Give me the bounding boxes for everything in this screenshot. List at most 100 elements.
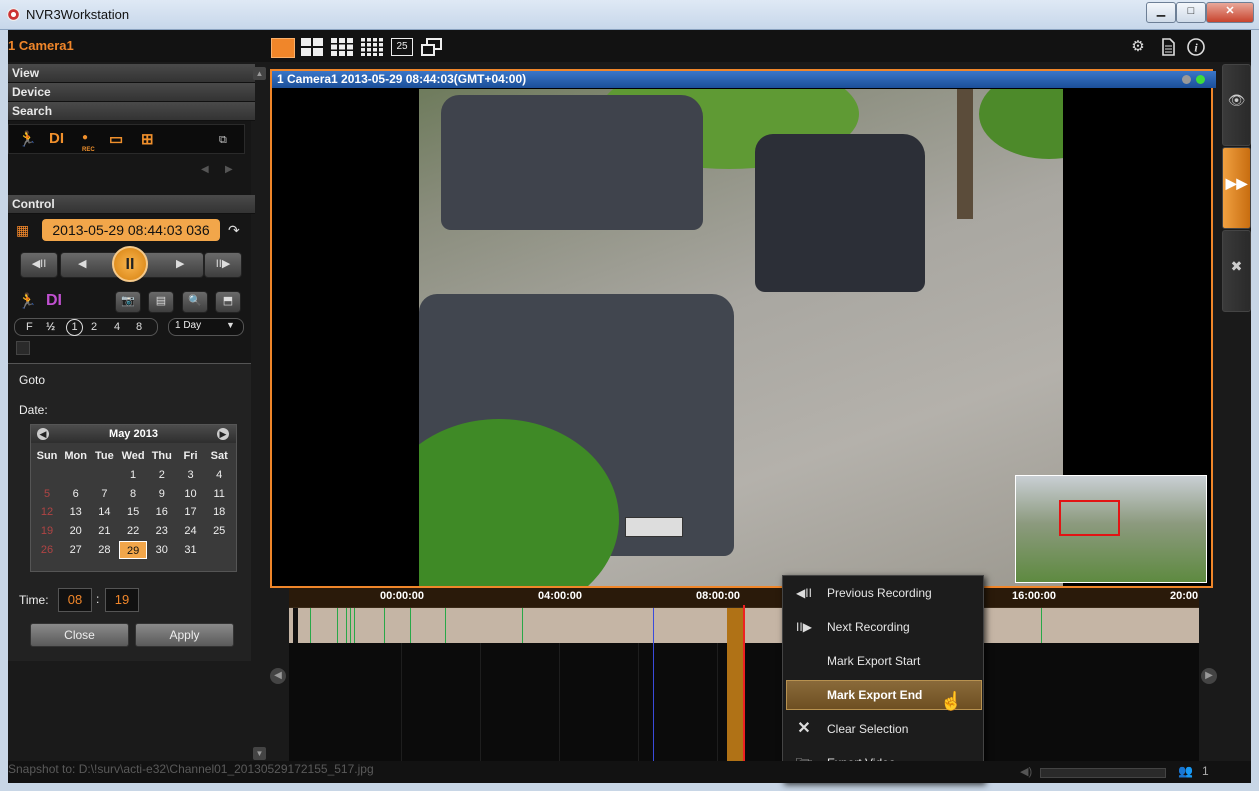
speed-half[interactable]: ½ <box>46 321 55 333</box>
snapshot-camera-icon[interactable]: 📷 <box>115 291 141 313</box>
menu-mark-export-start[interactable]: Mark Export Start <box>786 646 982 676</box>
timeline-right-icon[interactable]: ▶ <box>1201 668 1217 684</box>
info-icon[interactable]: i <box>1186 37 1206 57</box>
document-icon[interactable] <box>1158 37 1178 57</box>
di-event-icon[interactable]: DI <box>46 292 62 310</box>
calendar-day[interactable]: 28 <box>90 541 118 559</box>
maximize-button[interactable]: □ <box>1176 2 1206 23</box>
view-section-header[interactable]: View <box>8 64 255 83</box>
step-back-button[interactable]: ◀II <box>20 252 58 278</box>
range-select[interactable]: 1 Day ▼ <box>168 318 244 336</box>
calendar-day[interactable]: 24 <box>177 522 205 540</box>
calendar-day[interactable]: 31 <box>177 541 205 559</box>
menu-next-recording[interactable]: II▶ Next Recording <box>786 612 982 642</box>
calendar-day[interactable]: 1 <box>119 466 147 484</box>
expand-search-icon[interactable]: ⧉ <box>219 134 227 147</box>
scroll-down-icon[interactable]: ▼ <box>253 747 266 760</box>
scroll-up-icon[interactable]: ▲ <box>253 67 266 80</box>
refresh-icon[interactable]: ↷ <box>228 222 240 239</box>
rewind-icon[interactable]: ◀ <box>78 257 86 270</box>
calendar-day[interactable]: 25 <box>205 522 233 540</box>
calendar-day-selected[interactable]: 29 <box>119 541 148 559</box>
volume-slider[interactable] <box>1040 768 1166 778</box>
record-search-icon[interactable]: ● REC <box>82 132 95 154</box>
layout-2x2-button[interactable] <box>301 38 323 56</box>
export-selection[interactable] <box>727 608 743 761</box>
close-button[interactable]: Close <box>30 623 129 647</box>
video-view[interactable]: 1 Camera1 2013-05-29 08:44:03(GMT+04:00) <box>270 69 1216 588</box>
video-loss-icon[interactable]: ▭ <box>109 130 123 148</box>
menu-previous-recording[interactable]: ◀II Previous Recording <box>786 578 982 608</box>
motion-search-icon[interactable]: 🏃 <box>18 130 37 148</box>
speed-2[interactable]: 2 <box>91 321 97 333</box>
prev-page-icon[interactable]: ◀ <box>201 164 209 175</box>
calendar-day[interactable]: 12 <box>33 503 61 521</box>
calendar-day[interactable]: 2 <box>148 466 176 484</box>
calendar-prev-icon[interactable]: ◀ <box>37 428 49 440</box>
device-section-header[interactable]: Device <box>8 83 255 102</box>
calendar-day[interactable]: 20 <box>62 522 90 540</box>
calendar-day[interactable]: 6 <box>62 485 90 503</box>
calendar-day[interactable]: 21 <box>90 522 118 540</box>
calendar-day[interactable]: 18 <box>205 503 233 521</box>
calendar-day[interactable]: 8 <box>119 485 147 503</box>
menu-clear-selection[interactable]: ✕ Clear Selection <box>786 714 982 744</box>
calendar-day[interactable]: 26 <box>33 541 61 559</box>
timeline[interactable]: 00:00:00 04:00:00 08:00:00 16:00:00 20:0… <box>289 588 1199 761</box>
playback-fast-forward-icon[interactable]: ▶▶ <box>1222 147 1251 229</box>
calendar-icon[interactable]: ▦ <box>16 222 29 239</box>
calendar-day[interactable]: 5 <box>33 485 61 503</box>
calendar-day[interactable]: 7 <box>90 485 118 503</box>
forward-icon[interactable]: ▶ <box>176 257 184 270</box>
network-icon[interactable]: ⊞ <box>141 130 154 148</box>
minimap-viewport[interactable] <box>1059 500 1120 536</box>
calendar-next-icon[interactable]: ▶ <box>217 428 229 440</box>
filmstrip-icon[interactable]: ▤ <box>148 291 174 313</box>
minimap[interactable] <box>1015 475 1207 583</box>
calendar-day[interactable]: 4 <box>205 466 233 484</box>
speed-8[interactable]: 8 <box>136 321 142 333</box>
calendar-day[interactable]: 30 <box>148 541 176 559</box>
sync-checkbox[interactable] <box>16 341 30 355</box>
popout-window-icon[interactable] <box>421 38 443 56</box>
export-icon[interactable]: ⬒ <box>215 291 241 313</box>
speed-f[interactable]: F <box>26 321 33 333</box>
next-page-icon[interactable]: ▶ <box>225 164 233 175</box>
calendar-day[interactable]: 19 <box>33 522 61 540</box>
calendar-day[interactable]: 22 <box>119 522 147 540</box>
view-eye-icon[interactable]: 👁 <box>1222 64 1251 146</box>
settings-gear-icon[interactable]: ⚙ <box>1128 37 1148 57</box>
motion-event-icon[interactable]: 🏃 <box>18 292 37 310</box>
minute-input[interactable]: 19 <box>105 588 139 612</box>
minimize-button[interactable]: ▁ <box>1146 2 1176 23</box>
speed-4[interactable]: 4 <box>114 321 120 333</box>
playhead[interactable] <box>743 605 745 761</box>
calendar-day[interactable]: 14 <box>90 503 118 521</box>
calendar-day[interactable]: 11 <box>205 485 233 503</box>
layout-1x1-button[interactable] <box>271 38 295 58</box>
layout-4x4-button[interactable] <box>361 38 383 56</box>
zoom-search-icon[interactable]: 🔍 <box>182 291 208 313</box>
calendar-day[interactable]: 9 <box>148 485 176 503</box>
calendar-day[interactable]: 16 <box>148 503 176 521</box>
close-window-button[interactable]: ✕ <box>1206 2 1254 23</box>
calendar-day[interactable]: 27 <box>62 541 90 559</box>
calendar-day[interactable]: 10 <box>177 485 205 503</box>
speed-1-selected[interactable]: 1 <box>66 319 83 336</box>
di-search-icon[interactable]: DI <box>49 130 64 147</box>
volume-icon[interactable]: ◀) <box>1020 765 1032 778</box>
tools-icon[interactable]: ✖ <box>1222 230 1251 312</box>
calendar-day[interactable]: 13 <box>62 503 90 521</box>
calendar-day[interactable]: 15 <box>119 503 147 521</box>
layout-25-button[interactable]: 25 <box>391 38 413 56</box>
layout-3x3-button[interactable] <box>331 38 353 56</box>
pause-button[interactable]: II <box>112 246 148 282</box>
calendar-day[interactable]: 17 <box>177 503 205 521</box>
hour-input[interactable]: 08 <box>58 588 92 612</box>
control-section-header[interactable]: Control <box>8 195 255 214</box>
apply-button[interactable]: Apply <box>135 623 234 647</box>
step-forward-button[interactable]: II▶ <box>204 252 242 278</box>
calendar-day[interactable]: 23 <box>148 522 176 540</box>
search-section-header[interactable]: Search <box>8 102 255 121</box>
timeline-left-icon[interactable]: ◀ <box>270 668 286 684</box>
